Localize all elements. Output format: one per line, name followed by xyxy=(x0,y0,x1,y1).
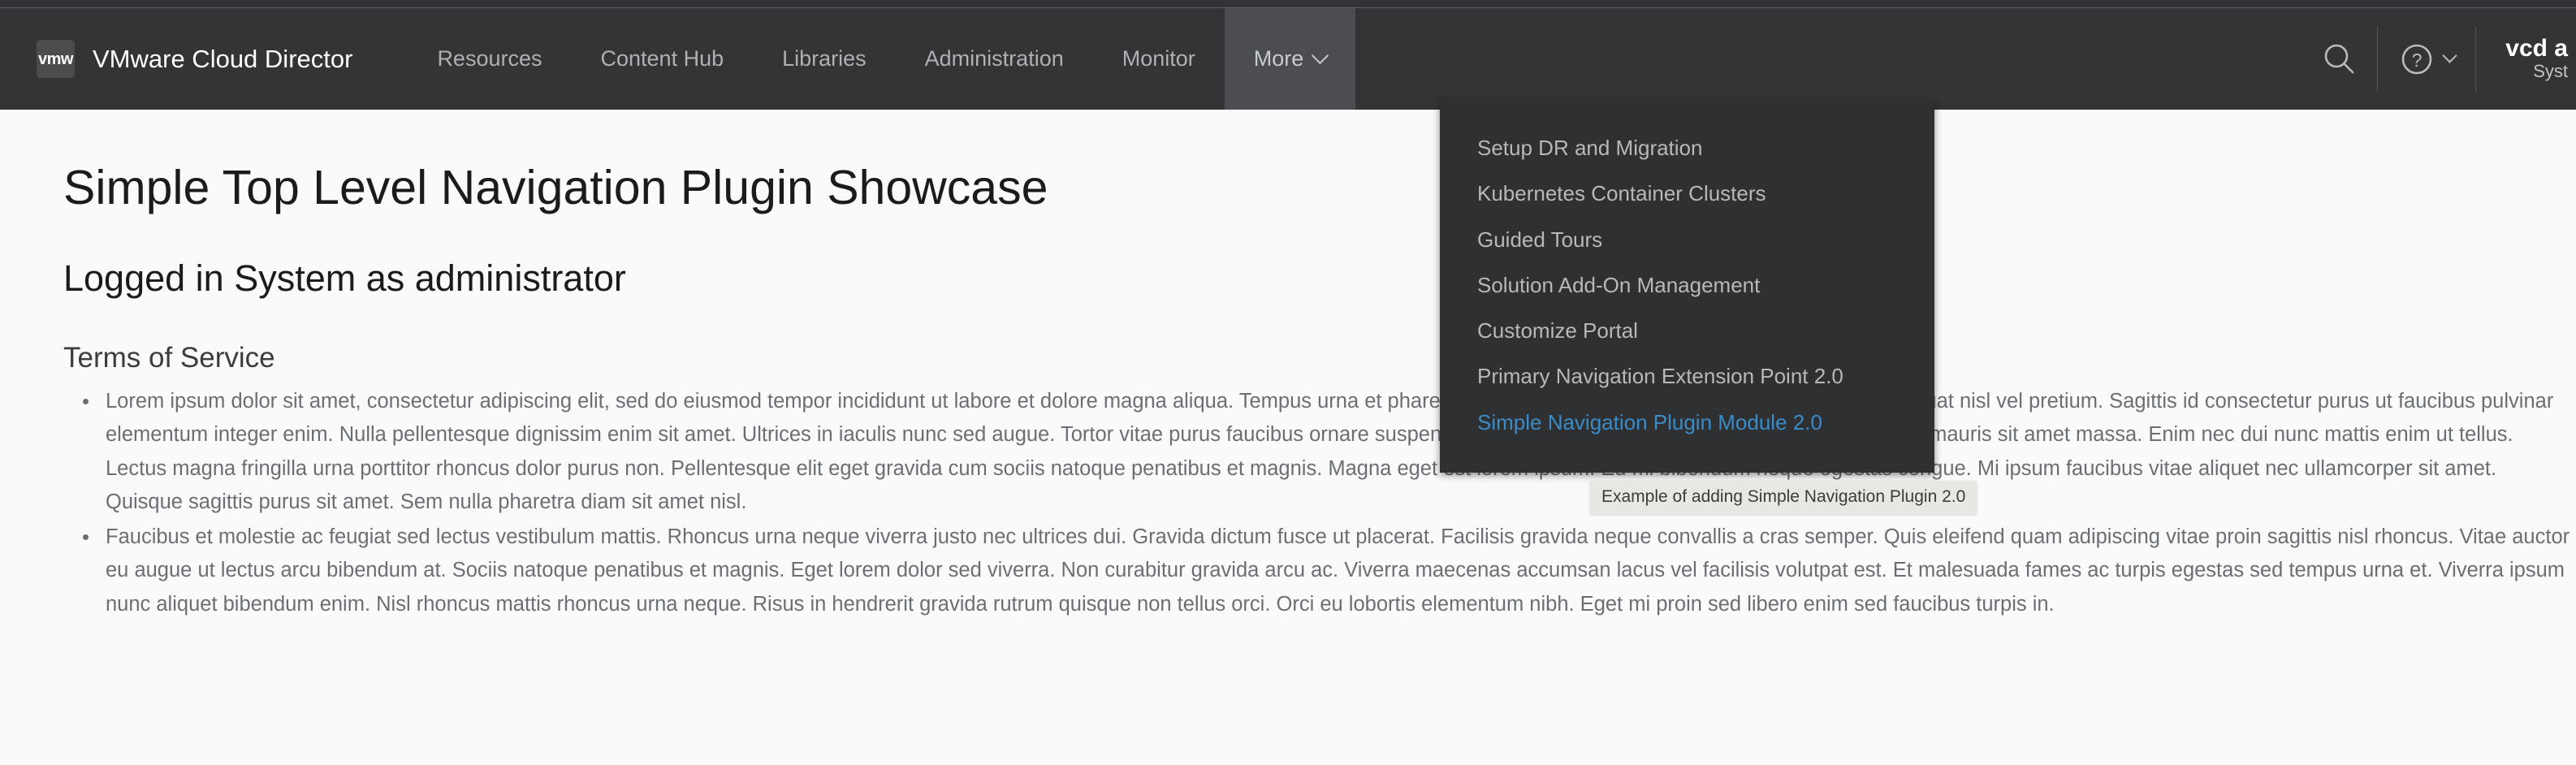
section-heading-terms-of-service: Terms of Service xyxy=(63,342,275,374)
nav-item-monitor[interactable]: Monitor xyxy=(1093,8,1225,110)
terms-of-service-list: Lorem ipsum dolor sit amet, consectetur … xyxy=(63,385,2576,621)
list-item: Faucibus et molestie ac feugiat sed lect… xyxy=(63,521,2576,621)
nav-item-label: Content Hub xyxy=(600,46,724,71)
page-subtitle: Logged in System as administrator xyxy=(63,257,626,299)
more-dropdown-menu: Setup DR and Migration Kubernetes Contai… xyxy=(1440,99,1934,473)
menu-item-guided-tours[interactable]: Guided Tours xyxy=(1440,217,1934,262)
app-header: vmw VMware Cloud Director Resources Cont… xyxy=(0,8,2576,110)
menu-item-simple-navigation-plugin-module-2-0[interactable]: Simple Navigation Plugin Module 2.0 xyxy=(1440,400,1934,445)
list-item: Lorem ipsum dolor sit amet, consectetur … xyxy=(63,385,2576,519)
chevron-down-icon xyxy=(2442,48,2457,63)
menu-item-setup-dr-and-migration[interactable]: Setup DR and Migration xyxy=(1440,125,1934,171)
menu-item-tooltip: Example of adding Simple Navigation Plug… xyxy=(1590,481,1977,514)
menu-item-customize-portal[interactable]: Customize Portal xyxy=(1440,308,1934,353)
app-title: VMware Cloud Director xyxy=(93,44,353,73)
nav-item-label: Resources xyxy=(437,46,542,71)
nav-item-label: Monitor xyxy=(1122,46,1195,71)
main-content: Simple Top Level Navigation Plugin Showc… xyxy=(0,110,2576,765)
menu-item-primary-navigation-extension-point-2-0[interactable]: Primary Navigation Extension Point 2.0 xyxy=(1440,353,1934,399)
chevron-down-icon xyxy=(1312,46,1329,65)
user-name: vcd a xyxy=(2505,34,2568,62)
primary-navigation: Resources Content Hub Libraries Administ… xyxy=(408,8,2302,110)
nav-item-label: Administration xyxy=(924,46,1064,71)
nav-item-libraries[interactable]: Libraries xyxy=(753,8,896,110)
nav-item-resources[interactable]: Resources xyxy=(408,8,571,110)
window-top-strip xyxy=(0,0,2576,8)
menu-item-kubernetes-container-clusters[interactable]: Kubernetes Container Clusters xyxy=(1440,171,1934,216)
nav-item-label: More xyxy=(1253,46,1304,71)
menu-item-solution-add-on-management[interactable]: Solution Add-On Management xyxy=(1440,262,1934,308)
nav-item-content-hub[interactable]: Content Hub xyxy=(572,8,754,110)
help-circle-icon: ? xyxy=(2401,44,2432,74)
app-window: vmw VMware Cloud Director Resources Cont… xyxy=(0,0,2576,765)
user-org: Syst xyxy=(2533,61,2568,82)
header-actions: ? vcd a Syst xyxy=(2302,8,2576,110)
vmware-logo-icon: vmw xyxy=(37,40,75,78)
search-button[interactable] xyxy=(2302,8,2377,110)
brand-area[interactable]: vmw VMware Cloud Director xyxy=(0,8,352,110)
nav-item-more[interactable]: More xyxy=(1224,8,1356,110)
svg-text:?: ? xyxy=(2411,50,2422,71)
help-button[interactable]: ? xyxy=(2378,8,2475,110)
nav-item-administration[interactable]: Administration xyxy=(896,8,1093,110)
nav-item-label: Libraries xyxy=(782,46,867,71)
user-menu[interactable]: vcd a Syst xyxy=(2476,8,2576,110)
search-icon xyxy=(2324,44,2354,73)
page-title: Simple Top Level Navigation Plugin Showc… xyxy=(63,161,1048,214)
